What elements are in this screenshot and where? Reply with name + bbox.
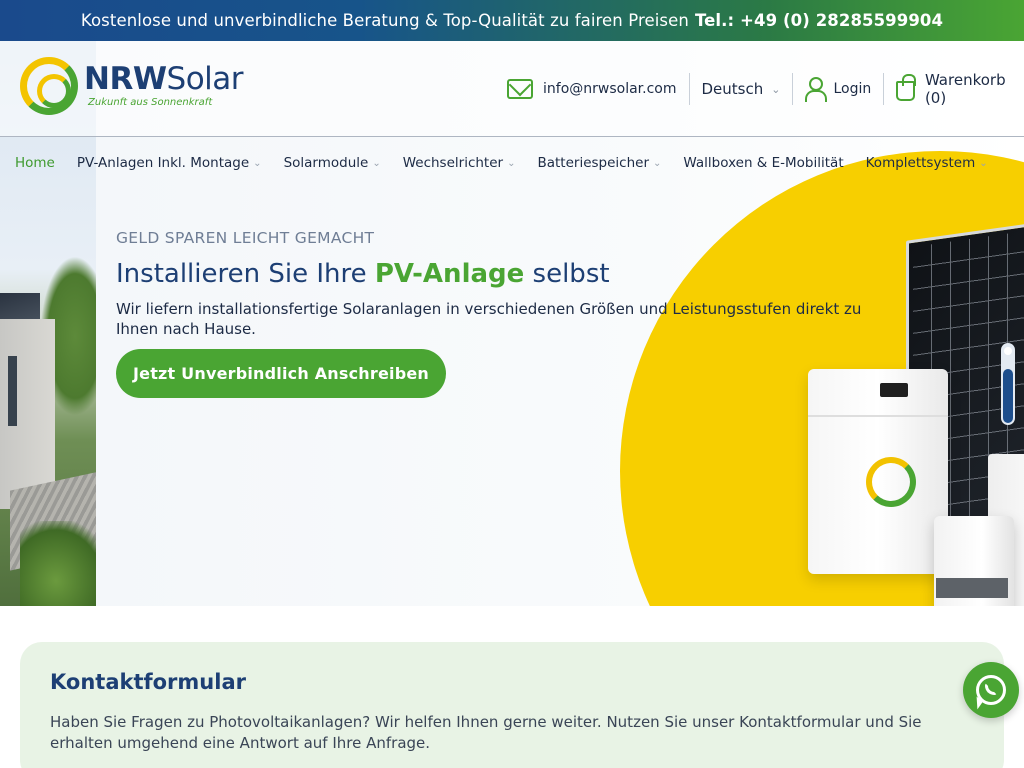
contact-cta-button[interactable]: Jetzt Unverbindlich Anschreiben — [116, 349, 446, 398]
hero-eyebrow: GELD SPAREN LEICHT GEMACHT — [116, 229, 375, 247]
email-text: info@nrwsolar.com — [543, 81, 677, 97]
contact-title: Kontaktformular — [50, 670, 246, 694]
nav-item-pv-anlagen[interactable]: PV-Anlagen Inkl. Montage ⌄ — [77, 155, 262, 171]
nav-item-home[interactable]: Home — [15, 155, 55, 171]
cart-label: Warenkorb (0) — [924, 71, 1006, 107]
whatsapp-icon — [976, 675, 1006, 705]
chevron-down-icon: ⌄ — [253, 157, 262, 169]
inverter-image — [934, 516, 1014, 606]
contact-description: Haben Sie Fragen zu Photovoltaikanlagen?… — [50, 713, 922, 752]
logo-mark-icon — [20, 57, 78, 115]
chevron-down-icon: ⌄ — [372, 157, 381, 169]
hero-headline: Installieren Sie Ihre PV-Anlage selbst — [116, 259, 610, 289]
nav-item-wechselrichter[interactable]: Wechselrichter ⌄ — [403, 155, 516, 171]
site-header: NRWSolar Zukunft aus Sonnenkraft info@nr… — [0, 41, 1024, 137]
language-selector[interactable]: Deutsch ⌄ — [688, 73, 793, 105]
announcement-phone[interactable]: Tel.: +49 (0) 28285599904 — [695, 11, 943, 30]
hero-text-block: GELD SPAREN LEICHT GEMACHT Installieren … — [116, 229, 916, 339]
mail-icon — [507, 79, 533, 99]
header-actions: info@nrwsolar.com Deutsch ⌄ Login Warenk… — [495, 71, 1024, 107]
chevron-down-icon: ⌄ — [979, 157, 988, 169]
logo-brand-bold: NRW — [84, 61, 167, 97]
user-icon — [805, 77, 828, 102]
headline-accent: PV-Anlage — [374, 259, 525, 289]
login-label: Login — [833, 81, 872, 97]
chevron-down-icon: ⌄ — [507, 157, 516, 169]
logo-brand-light: Solar — [166, 61, 244, 97]
site-logo[interactable]: NRWSolar Zukunft aus Sonnenkraft — [20, 57, 244, 115]
chevron-down-icon: ⌄ — [771, 82, 781, 96]
announcement-text: Kostenlose und unverbindliche Beratung &… — [80, 11, 689, 30]
main-navigation: Home PV-Anlagen Inkl. Montage ⌄ Solarmodu… — [15, 155, 988, 171]
chevron-down-icon: ⌄ — [653, 157, 662, 169]
slider-scroll-indicator[interactable] — [1001, 343, 1015, 425]
language-label: Deutsch — [701, 80, 764, 98]
email-link[interactable]: info@nrwsolar.com — [495, 73, 689, 105]
nav-item-solarmodule[interactable]: Solarmodule ⌄ — [284, 155, 381, 171]
nav-item-komplettsystem[interactable]: Komplettsystem ⌄ — [866, 155, 988, 171]
top-announcement-bar: Kostenlose und unverbindliche Beratung &… — [0, 0, 1024, 41]
hero-subtext: Wir liefern installationsfertige Solaran… — [116, 300, 862, 338]
battery-logo-icon — [866, 457, 916, 507]
logo-tagline: Zukunft aus Sonnenkraft — [88, 97, 213, 108]
contact-form-section: Kontaktformular Haben Sie Fragen zu Phot… — [20, 642, 1004, 768]
battery-storage-image — [808, 369, 948, 574]
nav-item-wallboxen[interactable]: Wallboxen & E-Mobilität — [683, 155, 843, 171]
shopping-bag-icon — [896, 74, 916, 101]
nav-item-batteriespeicher[interactable]: Batteriespeicher ⌄ — [537, 155, 661, 171]
whatsapp-chat-button[interactable] — [963, 662, 1019, 718]
cart-link[interactable]: Warenkorb (0) — [883, 71, 1024, 107]
login-link[interactable]: Login — [792, 73, 883, 105]
